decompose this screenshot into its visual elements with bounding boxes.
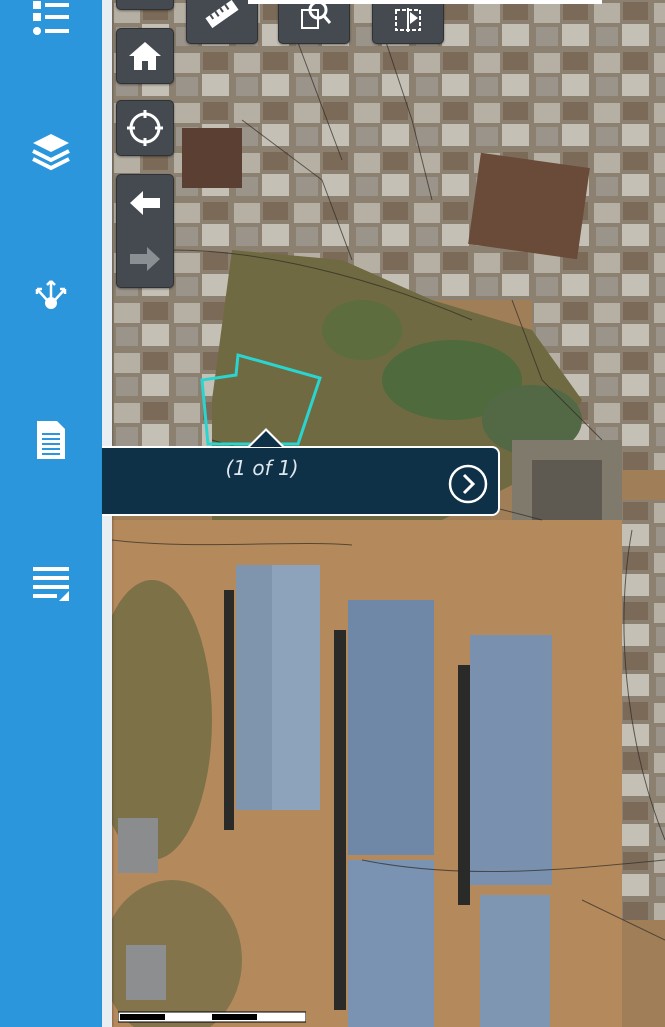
scale-bar [118,1011,306,1023]
chevron-right-circle-icon[interactable] [448,464,488,504]
compare-icon [395,8,421,32]
locate-icon [127,110,163,146]
layers-icon [32,134,70,171]
sidebar-item-report[interactable] [22,411,80,469]
locate-button[interactable] [116,100,174,156]
document-search-icon [301,0,332,29]
list-icon [33,1,69,35]
compare-button[interactable] [372,0,444,44]
arrow-right-icon[interactable] [128,244,162,274]
document-icon [37,421,65,459]
feature-popup: (1 of 1) [102,446,500,516]
toolbar-partial-button[interactable] [116,0,174,10]
sidebar-item-legend[interactable] [22,0,80,46]
popup-pointer-inner [250,431,282,447]
edit-list-icon [33,567,69,601]
sidebar-item-edit[interactable] [22,554,80,612]
popup-feature-count: (1 of 1) [225,456,299,480]
ruler-icon [205,0,239,29]
home-button[interactable] [116,28,174,84]
top-bar-fragment [248,0,602,4]
share-network-icon [35,280,67,309]
arrow-left-icon[interactable] [128,188,162,218]
search-button[interactable] [278,0,350,44]
measure-button[interactable] [186,0,258,44]
sidebar-item-layers[interactable] [22,123,80,181]
sidebar [0,0,102,1027]
nav-history-group [116,174,174,288]
home-icon [129,42,161,70]
sidebar-item-share[interactable] [22,266,80,324]
